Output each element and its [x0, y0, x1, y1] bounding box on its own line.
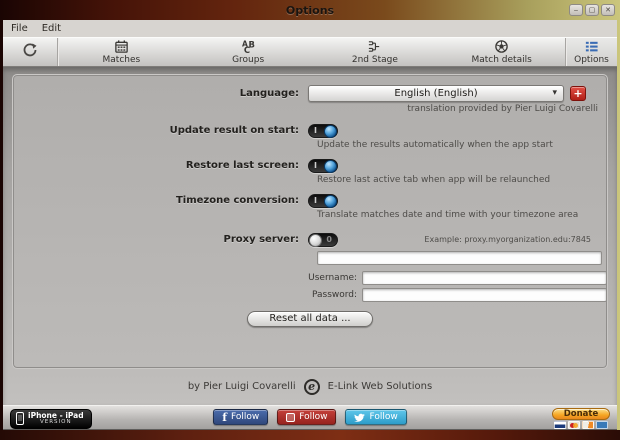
options-panel: Language: English (English) ▾ + translat…: [12, 74, 608, 369]
toggle-knob: [324, 195, 337, 208]
follow-label: Follow: [299, 412, 327, 422]
proxy-toggle[interactable]: 0: [308, 233, 338, 247]
proxy-example-text: Example: proxy.myorganization.edu:7845: [338, 235, 607, 244]
version-badge-line2: VERSION: [40, 420, 72, 426]
toggle-indicator: 0: [326, 235, 332, 244]
bracket-icon: [367, 39, 382, 54]
password-input[interactable]: [362, 288, 607, 302]
restore-screen-toggle[interactable]: I: [308, 159, 338, 173]
toolbar-tab-matches[interactable]: Matches: [58, 38, 185, 66]
toggle-knob: [324, 160, 337, 173]
follow-label: Follow: [231, 412, 259, 422]
twitter-follow-button[interactable]: Follow: [345, 409, 406, 425]
discover-card-icon: [582, 421, 594, 429]
window-controls: ‒ ▢ ✕: [569, 4, 615, 16]
window-bottom-edge: [0, 430, 620, 440]
toolbar-label-matches: Matches: [103, 55, 141, 65]
toolbar-tab-options[interactable]: Options: [565, 38, 617, 66]
company-name: E-Link Web Solutions: [328, 381, 433, 392]
maximize-button[interactable]: ▢: [585, 4, 599, 16]
toggle-indicator: I: [314, 196, 317, 205]
amex-card-icon: [596, 421, 608, 429]
author-credit: by Pier Luigi Covarelli: [188, 381, 296, 392]
proxy-label: Proxy server:: [13, 234, 308, 245]
toggle-knob: [324, 125, 337, 138]
twitter-bird-icon: [354, 413, 365, 422]
update-result-label: Update result on start:: [13, 125, 308, 136]
soccer-ball-icon: [494, 39, 509, 54]
app-window: Options ‒ ▢ ✕ File Edit: [0, 0, 620, 440]
blue-list-icon: [584, 39, 599, 54]
svg-text:C: C: [243, 45, 249, 54]
timezone-description: Translate matches date and time with you…: [317, 210, 578, 220]
menu-file[interactable]: File: [11, 23, 28, 34]
timezone-toggle[interactable]: I: [308, 194, 338, 208]
donate-button[interactable]: Donate: [552, 408, 610, 420]
abc-letters-icon: A B C: [241, 39, 256, 54]
mastercard-icon: [568, 421, 580, 429]
restore-screen-description: Restore last active tab when app will be…: [317, 175, 550, 185]
googleplus-icon: [286, 413, 295, 422]
toggle-knob: [309, 234, 322, 247]
title-bar[interactable]: Options ‒ ▢ ✕: [0, 0, 620, 20]
facebook-f-icon: f: [222, 411, 227, 424]
payment-card-icons: [554, 421, 608, 429]
translation-note: translation provided by Pier Luigi Covar…: [317, 104, 598, 114]
timezone-label: Timezone conversion:: [13, 195, 308, 206]
elink-logo-icon: e: [304, 379, 320, 395]
chevron-down-icon: ▾: [552, 88, 557, 98]
password-label: Password:: [13, 290, 362, 300]
add-language-button[interactable]: +: [570, 86, 586, 101]
refresh-button[interactable]: [3, 38, 58, 66]
toggle-indicator: I: [314, 161, 317, 170]
calendar-icon: [114, 39, 129, 54]
follow-label: Follow: [369, 412, 397, 422]
iphone-ipad-version-badge[interactable]: iPhone - iPad VERSION: [10, 409, 92, 429]
update-result-toggle[interactable]: I: [308, 124, 338, 138]
refresh-icon: [22, 42, 38, 62]
toolbar-tab-2nd-stage[interactable]: 2nd Stage: [312, 38, 439, 66]
phone-icon: [16, 412, 24, 425]
facebook-follow-button[interactable]: f Follow: [213, 409, 268, 425]
googleplus-follow-button[interactable]: Follow: [277, 409, 336, 425]
close-button[interactable]: ✕: [601, 4, 615, 16]
language-label: Language:: [13, 88, 308, 99]
donate-area: Donate: [552, 408, 610, 429]
window-body: File Edit: [3, 20, 617, 430]
toolbar-label-options: Options: [574, 55, 609, 65]
username-input[interactable]: [362, 271, 607, 285]
proxy-server-input[interactable]: [317, 251, 602, 265]
menu-bar: File Edit: [3, 20, 617, 37]
menu-edit[interactable]: Edit: [42, 23, 61, 34]
window-title: Options: [286, 4, 334, 17]
toolbar-tab-groups[interactable]: A B C Groups: [185, 38, 312, 66]
content-area: Language: English (English) ▾ + translat…: [3, 67, 617, 405]
footer-credit-bar: by Pier Luigi Covarelli e E-Link Web Sol…: [12, 369, 608, 405]
language-dropdown[interactable]: English (English) ▾: [308, 85, 564, 102]
visa-card-icon: [554, 421, 566, 429]
toolbar-label-groups: Groups: [232, 55, 264, 65]
update-result-description: Update the results automatically when th…: [317, 140, 553, 150]
language-value: English (English): [394, 88, 477, 99]
toolbar-label-2nd-stage: 2nd Stage: [352, 55, 398, 65]
toolbar: Matches A B C Groups: [3, 37, 617, 67]
minimize-button[interactable]: ‒: [569, 4, 583, 16]
restore-screen-label: Restore last screen:: [13, 160, 308, 171]
bottom-bar: iPhone - iPad VERSION f Follow Follow: [3, 405, 617, 430]
username-label: Username:: [13, 273, 362, 283]
follow-buttons: f Follow Follow Follow: [213, 409, 406, 425]
toolbar-tab-match-details[interactable]: Match details: [438, 38, 565, 66]
reset-all-data-button[interactable]: Reset all data ...: [247, 311, 373, 327]
toggle-indicator: I: [314, 126, 317, 135]
toolbar-label-match-details: Match details: [471, 55, 531, 65]
